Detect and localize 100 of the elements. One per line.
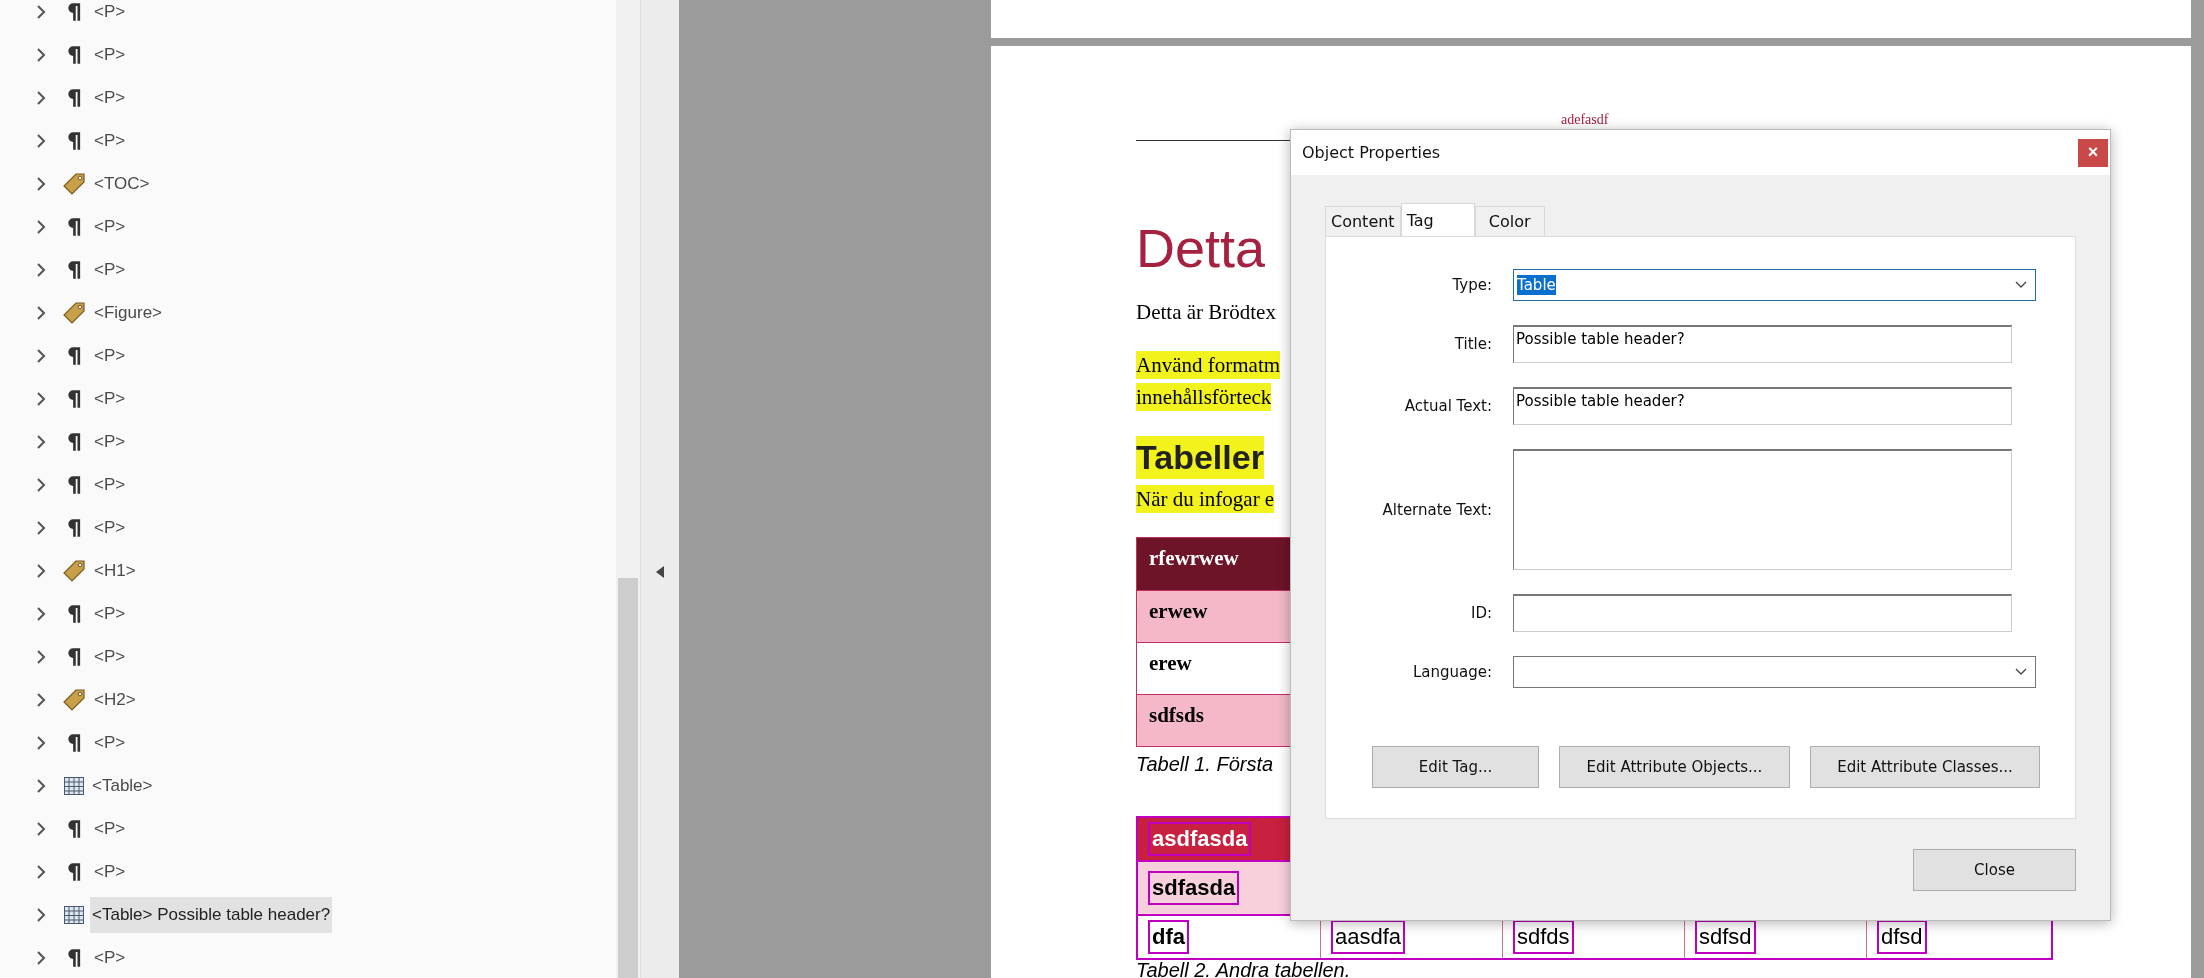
close-button[interactable]: ×	[2078, 138, 2108, 167]
chevron-icon[interactable]	[36, 777, 46, 794]
chevron-icon[interactable]	[36, 218, 46, 235]
tab[interactable]: Tag	[1400, 203, 1475, 236]
table-icon	[64, 905, 84, 924]
highlighted-text: När du infogar e	[1136, 485, 1275, 513]
chevron-icon[interactable]	[36, 132, 46, 149]
chevron-icon[interactable]	[36, 476, 46, 493]
chevron-icon[interactable]	[36, 433, 46, 450]
edit-button[interactable]: Edit Attribute Classes...	[1810, 746, 2040, 788]
tree-item[interactable]: <P>	[92, 251, 128, 288]
field-label: Title:	[1453, 335, 1492, 353]
chevron-icon[interactable]	[36, 304, 46, 321]
chevron-icon[interactable]	[36, 175, 46, 192]
tree-item[interactable]: <Table>	[90, 767, 155, 804]
document-title: Detta	[1136, 218, 1266, 278]
dropdown[interactable]	[1513, 656, 2036, 688]
tree-item[interactable]: <P>	[92, 595, 128, 632]
chevron-down-icon	[2015, 281, 2027, 289]
edit-button[interactable]: Edit Attribute Objects...	[1559, 746, 1790, 788]
chevron-icon[interactable]	[36, 390, 46, 407]
chevron-icon[interactable]	[36, 820, 46, 837]
edit-button[interactable]: Edit Tag...	[1372, 746, 1539, 788]
chevron-icon[interactable]	[36, 949, 46, 966]
field-label: Type:	[1451, 276, 1492, 294]
table-cell: erew	[1149, 651, 1192, 675]
tree-item[interactable]: <Figure>	[92, 294, 165, 331]
chevron-icon[interactable]	[36, 691, 46, 708]
chevron-icon[interactable]	[36, 863, 46, 880]
highlighted-text: innehållsförteck	[1136, 383, 1272, 411]
tab[interactable]: Color	[1474, 206, 1545, 236]
paragraph-icon	[67, 130, 81, 151]
paragraph-icon	[67, 1, 81, 22]
chevron-icon[interactable]	[36, 734, 46, 751]
dropdown-value: Table	[1517, 275, 1556, 295]
close-button[interactable]: Close	[1913, 849, 2076, 891]
tree-item[interactable]: <P>	[92, 423, 128, 460]
tag-icon	[62, 300, 86, 325]
table-cell: sdfsds	[1149, 703, 1204, 727]
tree-item[interactable]: <P>	[92, 337, 128, 374]
tree-item[interactable]: <Table> Possible table header?	[90, 896, 333, 933]
chevron-icon[interactable]	[36, 3, 46, 20]
field-label: Language:	[1411, 663, 1492, 681]
body-text: Detta är Brödtex	[1136, 300, 1276, 325]
tag-icon	[62, 558, 86, 583]
chevron-icon[interactable]	[36, 347, 46, 364]
table-icon	[64, 776, 84, 795]
chevron-icon[interactable]	[36, 648, 46, 665]
chevron-icon[interactable]	[36, 46, 46, 63]
paragraph-icon	[67, 732, 81, 753]
tree-item[interactable]: <P>	[92, 939, 128, 976]
paragraph-icon	[67, 431, 81, 452]
tree-item[interactable]: <P>	[92, 79, 128, 116]
highlighted-text: Använd formatm	[1136, 351, 1281, 379]
chevron-icon[interactable]	[36, 519, 46, 536]
header-text: adefasdf	[1561, 113, 1609, 127]
collapse-arrow-icon[interactable]	[656, 566, 664, 578]
input-field[interactable]: Possible table header?	[1513, 325, 2012, 363]
tree-item[interactable]: <H1>	[92, 552, 138, 589]
paragraph-icon	[67, 818, 81, 839]
paragraph-icon	[67, 603, 81, 624]
dropdown[interactable]: Table	[1513, 269, 2036, 301]
chevron-icon[interactable]	[36, 906, 46, 923]
tree-item[interactable]: <P>	[92, 509, 128, 546]
tag-icon	[62, 687, 86, 712]
paragraph-icon	[67, 861, 81, 882]
tree-item[interactable]: <P>	[92, 853, 128, 890]
table-caption: Tabell 2. Andra tabellen.	[1136, 960, 1351, 978]
section-heading: Tabeller	[1136, 436, 1264, 479]
input-field[interactable]: Possible table header?	[1513, 387, 2012, 425]
chevron-icon[interactable]	[36, 605, 46, 622]
tree-item[interactable]: <H2>	[92, 681, 138, 718]
paragraph-icon	[67, 947, 81, 968]
tree-item[interactable]: <P>	[92, 810, 128, 847]
paragraph-icon	[67, 44, 81, 65]
table-caption: Tabell 1. Första	[1136, 753, 1274, 776]
paragraph-icon	[67, 517, 81, 538]
chevron-icon[interactable]	[36, 89, 46, 106]
tag-icon	[62, 171, 86, 196]
chevron-icon[interactable]	[36, 261, 46, 278]
chevron-down-icon	[2015, 668, 2027, 676]
table-cell: rfewrwew	[1149, 546, 1239, 570]
paragraph-icon	[67, 87, 81, 108]
dialog-title: Object Properties	[1302, 143, 1441, 162]
paragraph-icon	[67, 388, 81, 409]
table-cell: erwew	[1149, 599, 1208, 623]
input-field[interactable]	[1513, 594, 2012, 632]
tree-item[interactable]: <P>	[92, 380, 128, 417]
tree-item[interactable]: <TOC>	[92, 165, 152, 202]
paragraph-icon	[67, 474, 81, 495]
tree-item[interactable]: <P>	[92, 638, 128, 675]
tab[interactable]: Content	[1325, 206, 1401, 236]
chevron-icon[interactable]	[36, 562, 46, 579]
tree-item[interactable]: <P>	[92, 208, 128, 245]
tree-item[interactable]: <P>	[92, 122, 128, 159]
tree-item[interactable]: <P>	[92, 466, 128, 503]
tree-item[interactable]: <P>	[92, 0, 128, 30]
tree-item[interactable]: <P>	[92, 724, 128, 761]
scrollbar-thumb[interactable]	[618, 578, 638, 978]
tree-item[interactable]: <P>	[92, 36, 128, 73]
